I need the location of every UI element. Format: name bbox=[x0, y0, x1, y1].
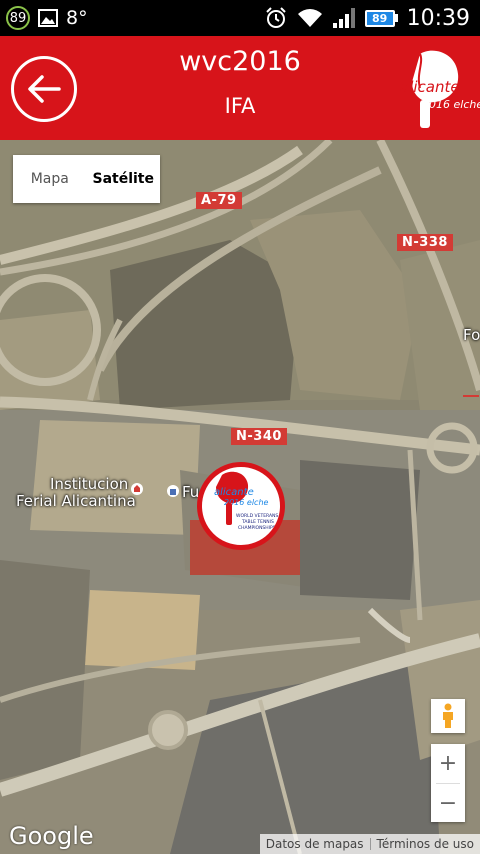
status-bar: 89 8° 89 10:39 bbox=[0, 0, 480, 36]
battery-icon: 89 bbox=[364, 9, 398, 27]
street-view-pegman-button[interactable] bbox=[431, 699, 465, 733]
place-label-ferial: Ferial Alicantina bbox=[16, 492, 136, 510]
event-logo: alicante 2016 elche bbox=[400, 50, 480, 128]
image-notification-icon bbox=[38, 9, 58, 27]
map-type-toggle: Mapa Satélite bbox=[13, 155, 160, 203]
pegman-icon bbox=[443, 703, 453, 728]
marker-logo: alicante 2016 elche WORLD VETERANS TABLE… bbox=[214, 471, 278, 531]
marker-logo-line5: CHAMPIONSHIPS bbox=[238, 525, 276, 531]
marker-logo-line1: alicante bbox=[214, 487, 254, 498]
map-type-map-button[interactable]: Mapa bbox=[13, 155, 87, 203]
marker-logo-line4: TABLE TENNIS bbox=[241, 519, 274, 525]
wifi-icon bbox=[297, 9, 322, 27]
battery-level: 89 bbox=[364, 9, 395, 27]
place-pin-icon bbox=[131, 483, 143, 495]
zoom-out-button[interactable]: − bbox=[431, 784, 465, 823]
map-type-satellite-button[interactable]: Satélite bbox=[87, 155, 161, 203]
map-attribution: Datos de mapas Términos de uso bbox=[259, 834, 480, 854]
google-logo: Google bbox=[9, 822, 94, 850]
shop-pin-icon bbox=[167, 485, 179, 497]
signal-icon bbox=[332, 8, 355, 28]
event-location-marker[interactable]: alicante 2016 elche WORLD VETERANS TABLE… bbox=[197, 462, 285, 550]
marker-logo-line3: WORLD VETERANS bbox=[236, 513, 278, 519]
app-bar: wvc2016 IFA alicante 2016 elche bbox=[0, 36, 480, 140]
satellite-map[interactable]: Mapa Satélite A-79 N-338 N-340 Instituci… bbox=[0, 140, 480, 854]
temperature-text: 8° bbox=[66, 7, 88, 29]
terms-of-use-link[interactable]: Términos de uso bbox=[371, 837, 480, 851]
logo-text-line2: 2016 elche bbox=[422, 98, 480, 111]
road-label-n338: N-338 bbox=[397, 234, 453, 251]
place-label-fo: Fo bbox=[463, 326, 480, 344]
road-label-a79: A-79 bbox=[196, 192, 242, 209]
zoom-in-button[interactable]: + bbox=[431, 744, 465, 783]
notification-count-badge: 89 bbox=[6, 6, 30, 30]
map-data-link[interactable]: Datos de mapas bbox=[260, 837, 370, 851]
road-label-edge bbox=[463, 395, 479, 397]
logo-text-line1: alicante bbox=[400, 78, 460, 96]
zoom-control: + − bbox=[431, 744, 465, 822]
clock-text: 10:39 bbox=[406, 5, 470, 31]
alarm-icon bbox=[265, 7, 286, 28]
road-label-n340: N-340 bbox=[231, 428, 287, 445]
